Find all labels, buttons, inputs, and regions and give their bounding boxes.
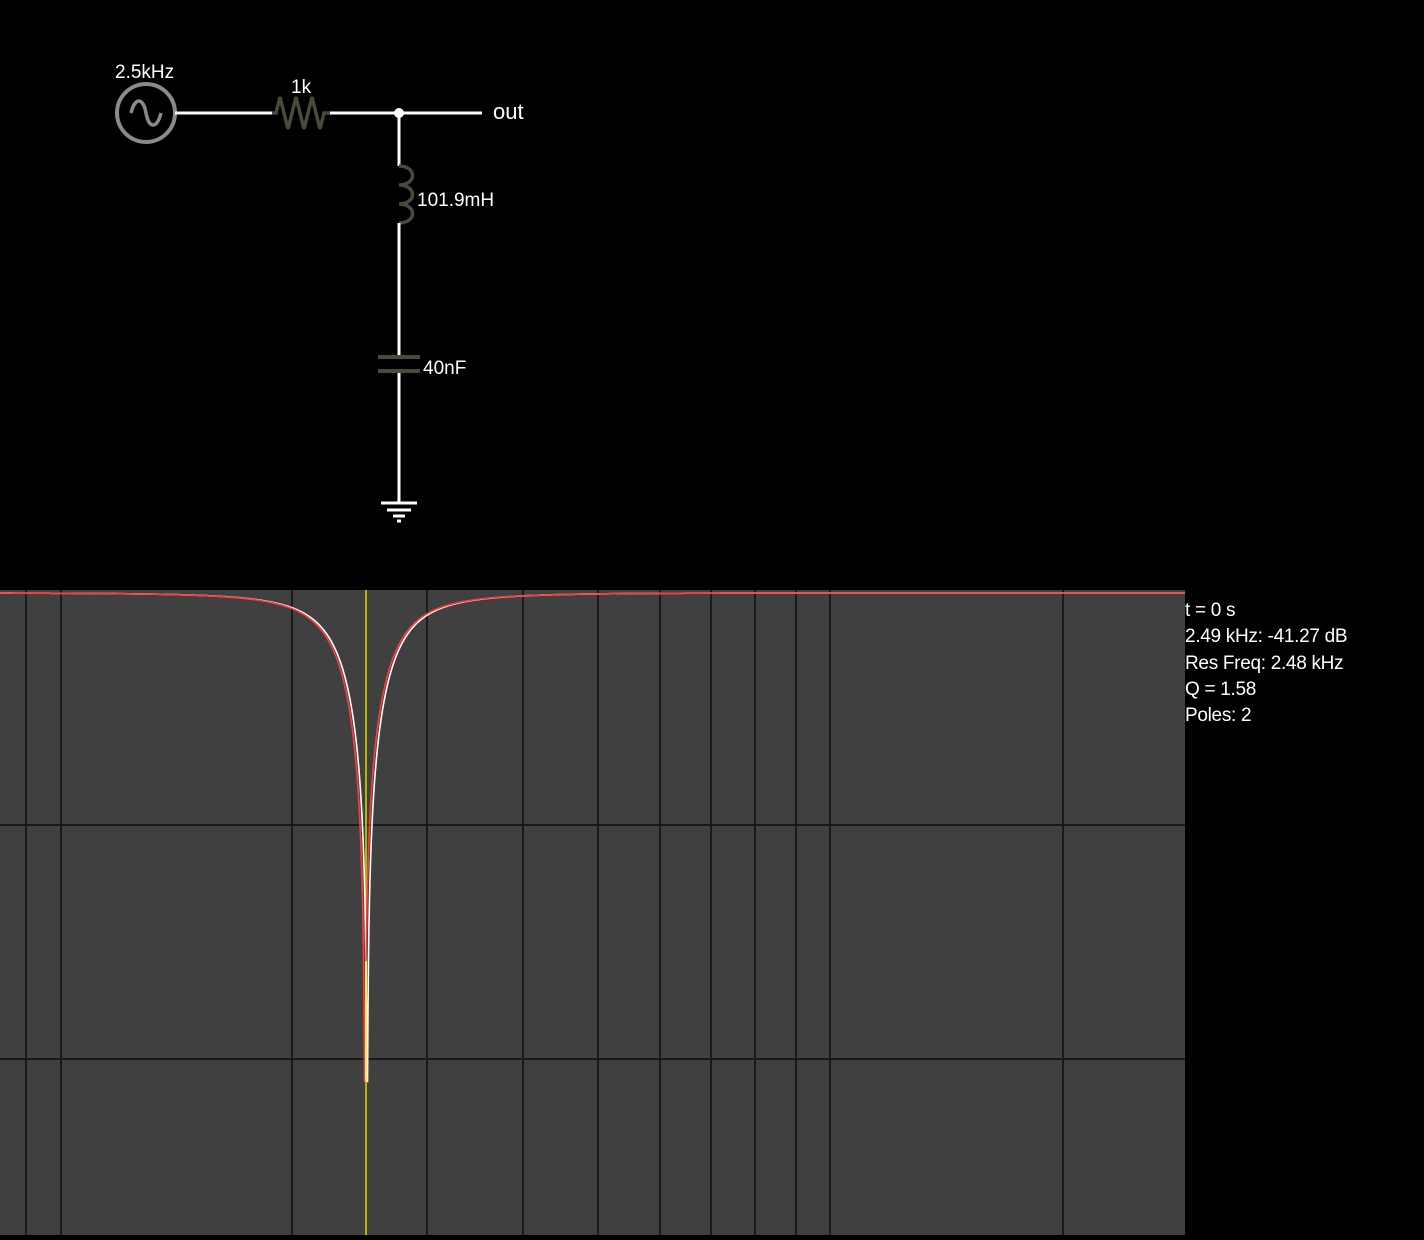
response-trace-red	[0, 592, 1185, 1083]
resistor[interactable]	[272, 96, 330, 130]
response-trace-white	[0, 592, 1185, 1083]
sine-wave-icon	[129, 99, 163, 127]
output-label: out	[493, 99, 524, 124]
source-frequency-label: 2.5kHz	[115, 62, 174, 83]
poles-readout: Poles: 2	[1185, 705, 1252, 727]
q-factor-readout: Q = 1.58	[1185, 678, 1257, 700]
scope-info-panel: t = 0 s 2.49 kHz: -41.27 dB Res Freq: 2.…	[1185, 598, 1348, 729]
grid	[0, 590, 1185, 1235]
scope-panel[interactable]	[0, 590, 1185, 1235]
time-readout: t = 0 s	[1185, 600, 1236, 621]
frequency-response-plot[interactable]	[0, 590, 1185, 1235]
cursor-readout: 2.49 kHz: -41.27 dB	[1185, 626, 1348, 648]
ground-icon[interactable]	[381, 501, 417, 523]
capacitor[interactable]	[378, 355, 420, 373]
inductor[interactable]	[398, 164, 415, 225]
ac-source[interactable]	[115, 82, 177, 144]
resonant-frequency-readout: Res Freq: 2.48 kHz	[1185, 652, 1344, 674]
resistor-label: 1k	[291, 77, 312, 98]
inductor-label: 101.9mH	[417, 190, 494, 211]
capacitor-label: 40nF	[423, 358, 466, 379]
circuit-schematic[interactable]: 2.5kHz 1k out 101.9mH 40nF	[0, 0, 1424, 590]
